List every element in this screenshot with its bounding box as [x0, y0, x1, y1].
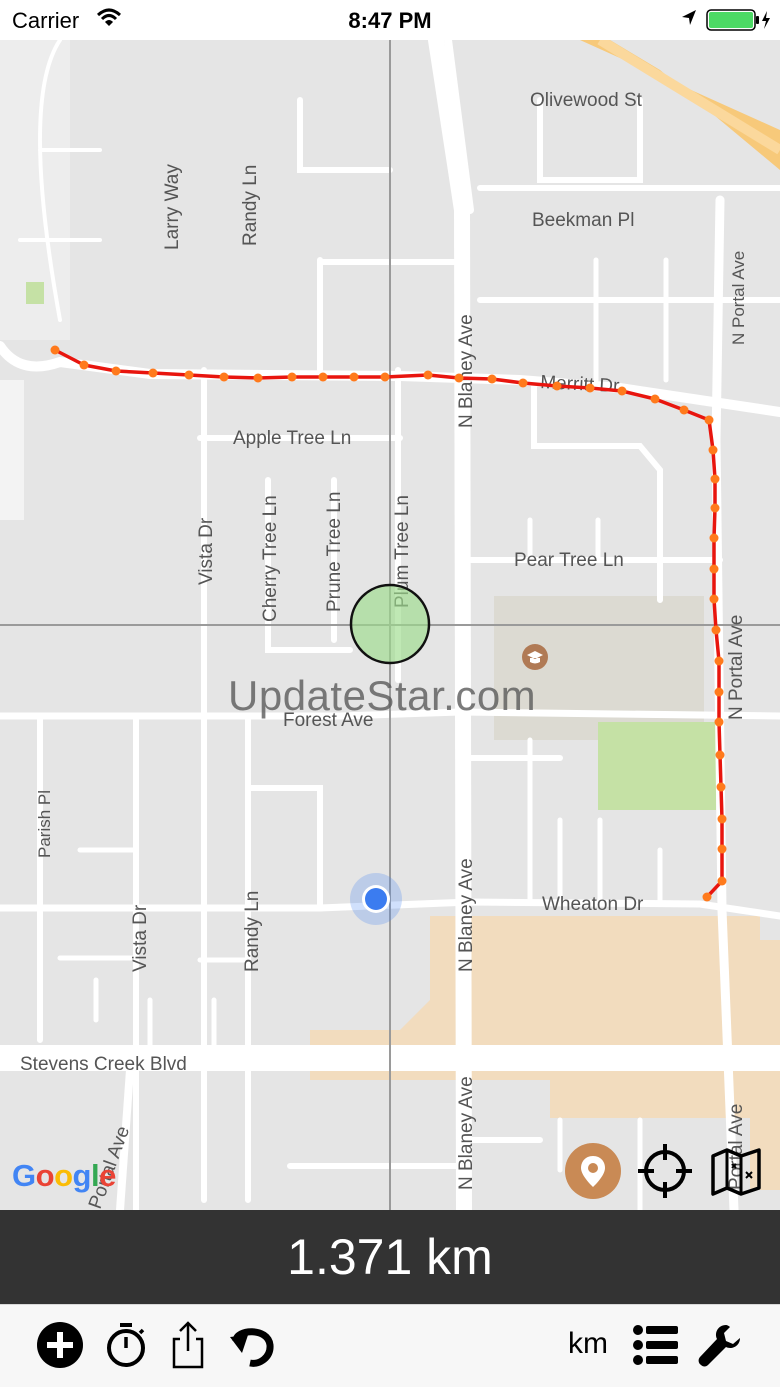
street-label: Stevens Creek Blvd [20, 1054, 187, 1075]
route-point [709, 533, 719, 543]
route-point [716, 782, 726, 792]
route-point [148, 368, 158, 378]
route-point [650, 394, 660, 404]
route-point [287, 372, 297, 382]
crosshair-icon [638, 1144, 692, 1198]
route-point [50, 345, 60, 355]
list-button[interactable] [632, 1321, 680, 1369]
share-button[interactable] [164, 1321, 212, 1369]
map-pin-icon [565, 1143, 621, 1199]
route-point [717, 814, 727, 824]
route-point [380, 372, 390, 382]
undo-icon [230, 1328, 274, 1367]
street-label: N Blaney Ave [456, 858, 477, 972]
street-label: N Blaney Ave [456, 1076, 477, 1190]
map-type-button[interactable] [708, 1142, 766, 1200]
street-label: Vista Dr [196, 517, 217, 585]
route-point [679, 405, 689, 415]
route-point [709, 594, 719, 604]
route-point [111, 366, 121, 376]
street-label: N Portal Ave [726, 615, 747, 720]
distance-display: 1.371 km [0, 1210, 780, 1304]
route-point [219, 372, 229, 382]
route-point [710, 474, 720, 484]
route-point [715, 750, 725, 760]
street-label: Randy Ln [242, 891, 263, 972]
battery-icon [706, 9, 772, 37]
route-point [711, 625, 721, 635]
route-point [717, 876, 727, 886]
status-bar: Carrier 8:47 PM [0, 0, 780, 40]
street-label: N Portal Ave [729, 251, 748, 345]
street-label: Apple Tree Ln [233, 428, 351, 449]
route-point [714, 717, 724, 727]
route-point [709, 564, 719, 574]
route-point [487, 374, 497, 384]
route-point [423, 370, 433, 380]
route-point [349, 372, 359, 382]
undo-button[interactable] [228, 1321, 276, 1369]
stopwatch-icon [107, 1323, 145, 1367]
timer-button[interactable] [102, 1321, 150, 1369]
route-point [714, 687, 724, 697]
street-label: Prune Tree Ln [324, 492, 345, 612]
map-canvas[interactable]: Olivewood St Beekman Pl Larry Way Randy … [0, 40, 780, 1210]
street-label: Vista Dr [130, 904, 151, 972]
school-icon [522, 644, 548, 670]
route-point [702, 892, 712, 902]
route-point [518, 378, 528, 388]
folded-map-icon [711, 1148, 761, 1196]
user-location-dot [350, 873, 402, 925]
route-point [79, 360, 89, 370]
route-point [617, 386, 627, 396]
route-point [710, 503, 720, 513]
watermark: UpdateStar.com [228, 672, 537, 719]
list-icon [633, 1325, 678, 1365]
street-label: Parish Pl [35, 790, 54, 858]
route-point [714, 656, 724, 666]
street-label: Wheaton Dr [542, 894, 644, 915]
street-label: Olivewood St [530, 90, 643, 111]
street-label: Larry Way [162, 164, 183, 250]
locate-button[interactable] [636, 1142, 694, 1200]
drop-pin-button[interactable] [564, 1142, 622, 1200]
street-label: Beekman Pl [532, 210, 634, 231]
route-point [253, 373, 263, 383]
distance-value: 1.371 km [287, 1229, 493, 1285]
route-point [717, 844, 727, 854]
google-logo: Google [12, 1158, 116, 1193]
share-icon [172, 1321, 204, 1369]
route-point [708, 445, 718, 455]
location-arrow-icon [680, 8, 698, 34]
target-circle [349, 583, 431, 665]
route-point [552, 381, 562, 391]
wrench-icon [698, 1325, 740, 1367]
route-point [704, 415, 714, 425]
street-label: Cherry Tree Ln [260, 495, 281, 622]
route-point [454, 373, 464, 383]
route-point [318, 372, 328, 382]
route-point [585, 383, 595, 393]
clock: 8:47 PM [348, 8, 432, 33]
bottom-toolbar: km [0, 1304, 780, 1387]
street-label: Randy Ln [240, 165, 261, 246]
add-circle-icon [37, 1322, 83, 1368]
map-view[interactable]: Olivewood St Beekman Pl Larry Way Randy … [0, 40, 780, 1210]
route-point [184, 370, 194, 380]
street-label: N Blaney Ave [456, 314, 477, 428]
add-button[interactable] [36, 1321, 84, 1369]
settings-button[interactable] [696, 1321, 744, 1369]
unit-toggle[interactable]: km [568, 1327, 608, 1361]
street-label: Pear Tree Ln [514, 550, 624, 571]
